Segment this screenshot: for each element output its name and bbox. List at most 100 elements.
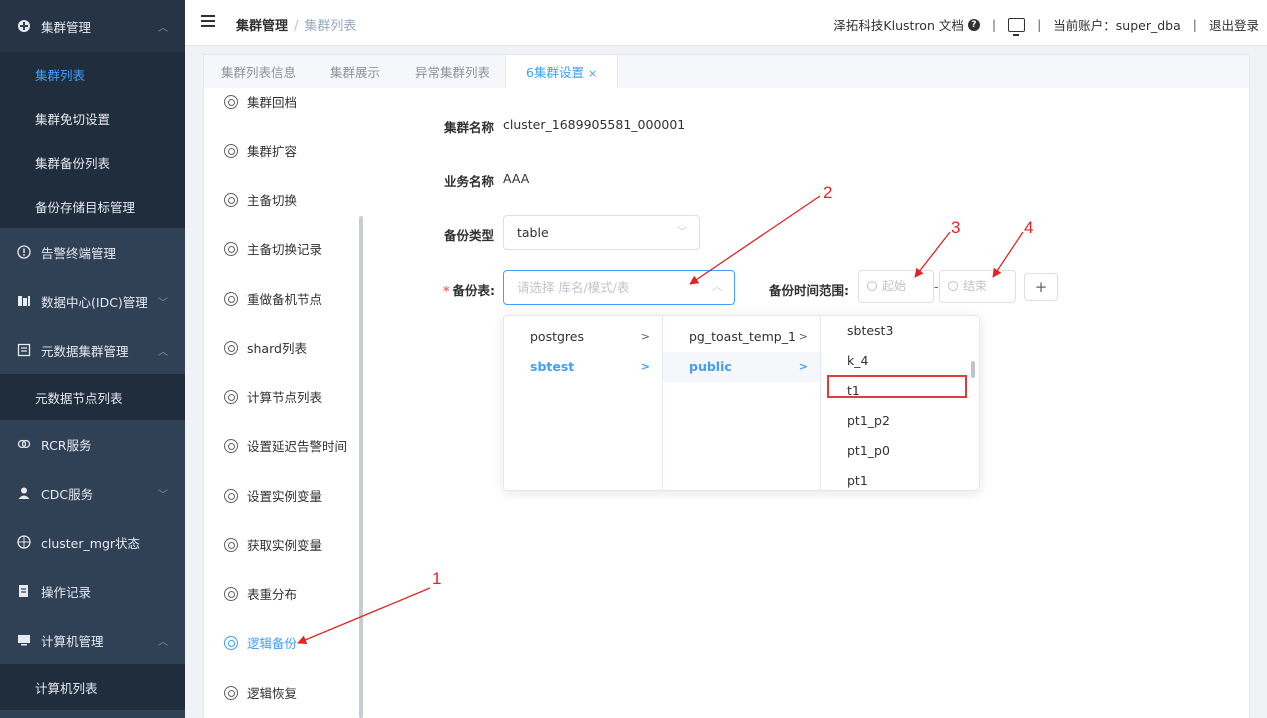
metadata-icon <box>17 343 31 357</box>
breadcrumb-item-cluster-management[interactable]: 集群管理 <box>236 19 288 34</box>
tab-bar: 集群列表信息 集群展示 异常集群列表 6集群设置 × <box>203 54 1250 90</box>
backup-type-select[interactable]: table ﹀ <box>503 215 700 250</box>
user-icon <box>17 486 31 500</box>
settings-item-switchover-log[interactable]: 主备切换记录 <box>224 239 322 258</box>
monitor-icon[interactable] <box>1008 17 1026 36</box>
settings-item-label: 集群扩容 <box>247 144 298 159</box>
gear-icon <box>224 192 238 207</box>
clock-icon <box>948 281 958 291</box>
sidebar-section-cdc[interactable]: CDC服务 ﹀ <box>0 468 185 518</box>
add-time-range-button[interactable]: + <box>1024 273 1058 301</box>
settings-item-shard-list[interactable]: shard列表 <box>224 338 307 357</box>
sidebar-section-label: RCR服务 <box>41 437 92 453</box>
cascader-option-sbtest[interactable]: sbtest > <box>504 352 662 382</box>
settings-item-compute-nodes[interactable]: 计算节点列表 <box>224 387 322 406</box>
cascader-option-postgres[interactable]: postgres > <box>504 322 662 352</box>
gear-icon <box>224 291 238 306</box>
settings-item-label: shard列表 <box>247 341 307 356</box>
backup-table-cascader[interactable]: 请选择 库名/模式/表 ︿ <box>503 270 735 305</box>
compass-icon <box>17 535 31 549</box>
document-icon <box>17 584 31 598</box>
sidebar-item-label: 元数据节点列表 <box>35 390 123 406</box>
settings-item-delay-alert[interactable]: 设置延迟告警时间 <box>224 436 347 455</box>
computer-icon <box>17 633 31 647</box>
sidebar-section-rcr[interactable]: RCR服务 <box>0 420 185 468</box>
scrollbar[interactable] <box>359 216 363 718</box>
sidebar-section-cluster-mgr[interactable]: cluster_mgr状态 <box>0 518 185 566</box>
settings-item-cluster-rollback[interactable]: 集群回档 <box>224 92 297 111</box>
sidebar-section-metadata[interactable]: 元数据集群管理 ︿ <box>0 326 185 374</box>
tab-cluster-settings[interactable]: 6集群设置 × <box>505 55 619 90</box>
cascader-option-table[interactable]: pt1_p0 <box>821 436 979 466</box>
start-time-picker[interactable]: 起始 <box>858 270 934 303</box>
cluster-name-label: 集群名称 <box>444 120 495 135</box>
help-icon[interactable]: ? <box>967 18 980 31</box>
settings-item-rebuild-standby[interactable]: 重做备机节点 <box>224 289 322 308</box>
chevron-down-icon: ﹀ <box>158 489 168 501</box>
sidebar-item-cluster-list[interactable]: 集群列表 <box>0 52 185 96</box>
divider: | <box>991 17 997 32</box>
cascader-column-table: sbtest3 k_4 t1 pt1_p2 pt1_p0 pt1 <box>821 316 979 490</box>
sidebar-section-computer[interactable]: 计算机管理 ︿ <box>0 616 185 664</box>
cascader-option-table[interactable]: sbtest3 <box>821 316 979 346</box>
sidebar-item-computer-list[interactable]: 计算机列表 <box>0 664 185 710</box>
sidebar-item-label: 集群免切设置 <box>35 111 111 127</box>
settings-menu: 集群回档 集群扩容 主备切换 主备切换记录 重做备机节点 shard列表 计算节… <box>204 88 363 718</box>
tab-label: 集群列表信息 <box>221 65 297 80</box>
tab-cluster-list-info[interactable]: 集群列表信息 <box>221 55 296 90</box>
cluster-icon <box>17 19 31 33</box>
option-label: k_4 <box>847 353 869 368</box>
chevron-right-icon: > <box>798 360 808 373</box>
sidebar-section-datacenter[interactable]: 数据中心(IDC)管理 ﹀ <box>0 276 185 326</box>
top-header: 集群管理 / 集群列表 泽拓科技Klustron 文档 ? | | 当前账户：sup… <box>185 0 1267 46</box>
cascader-option-public[interactable]: public > <box>663 352 820 382</box>
tab-abnormal-clusters[interactable]: 异常集群列表 <box>415 55 490 90</box>
sidebar-section-label: cluster_mgr状态 <box>41 535 141 551</box>
cascader-column-schema: pg_toast_temp_1 > public > <box>663 316 821 490</box>
settings-item-switchover[interactable]: 主备切换 <box>224 190 297 209</box>
sidebar-section-label: 操作记录 <box>41 584 92 600</box>
tab-cluster-display[interactable]: 集群展示 <box>330 55 380 90</box>
sidebar-item-backup-storage[interactable]: 备份存储目标管理 <box>0 184 185 228</box>
sidebar-section-alert[interactable]: 告警终端管理 <box>0 228 185 276</box>
option-label: sbtest <box>530 359 575 374</box>
chevron-up-icon: ︿ <box>712 282 722 293</box>
current-account: 当前账户：super_dba <box>1053 18 1181 33</box>
sidebar-section-label: 告警终端管理 <box>41 245 117 261</box>
option-label: pt1_p0 <box>847 443 890 458</box>
end-time-picker[interactable]: 结束 <box>939 270 1016 303</box>
gear-icon <box>224 438 238 453</box>
settings-item-get-variables[interactable]: 获取实例变量 <box>224 535 322 554</box>
sidebar-item-cluster-failover-settings[interactable]: 集群免切设置 <box>0 96 185 140</box>
backup-type-label: 备份类型 <box>444 228 495 243</box>
settings-item-logical-backup[interactable]: 逻辑备份 <box>224 633 297 652</box>
sidebar-section-operation-log[interactable]: 操作记录 <box>0 566 185 616</box>
gear-icon <box>224 537 238 552</box>
cascader-option-table[interactable]: k_4 <box>821 346 979 376</box>
settings-item-label: 主备切换记录 <box>247 242 323 257</box>
chevron-up-icon: ︿ <box>158 636 168 648</box>
cascader-option-table[interactable]: pt1_p2 <box>821 406 979 436</box>
tab-label: 集群展示 <box>330 65 381 80</box>
annotation-number: 1 <box>432 569 442 588</box>
sidebar-item-label: 集群列表 <box>35 67 86 83</box>
settings-item-cluster-expand[interactable]: 集群扩容 <box>224 141 297 160</box>
cascader-option-table[interactable]: pt1 <box>821 466 979 490</box>
close-icon[interactable]: × <box>588 67 597 80</box>
cascader-option-pg-toast-temp[interactable]: pg_toast_temp_1 > <box>663 322 820 352</box>
gear-icon <box>224 635 238 650</box>
settings-item-table-redistribute[interactable]: 表重分布 <box>224 584 297 603</box>
sidebar-section-label: 元数据集群管理 <box>41 343 129 359</box>
settings-item-logical-restore[interactable]: 逻辑恢复 <box>224 683 297 702</box>
sidebar-section-cluster[interactable]: 集群管理 ︿ <box>0 0 185 52</box>
sidebar-item-cluster-backup-list[interactable]: 集群备份列表 <box>0 140 185 184</box>
sidebar-item-metadata-nodes[interactable]: 元数据节点列表 <box>0 374 185 420</box>
scrollbar[interactable] <box>971 361 975 378</box>
docs-link[interactable]: 泽拓科技Klustron 文档 <box>833 15 963 34</box>
option-label: postgres <box>530 329 584 344</box>
settings-item-set-variables[interactable]: 设置实例变量 <box>224 486 322 505</box>
sidebar-section-label: 计算机管理 <box>41 633 104 649</box>
menu-toggle-icon[interactable] <box>201 15 215 27</box>
logout-link[interactable]: 退出登录 <box>1209 15 1259 34</box>
sidebar-section-label: 集群管理 <box>41 19 92 35</box>
